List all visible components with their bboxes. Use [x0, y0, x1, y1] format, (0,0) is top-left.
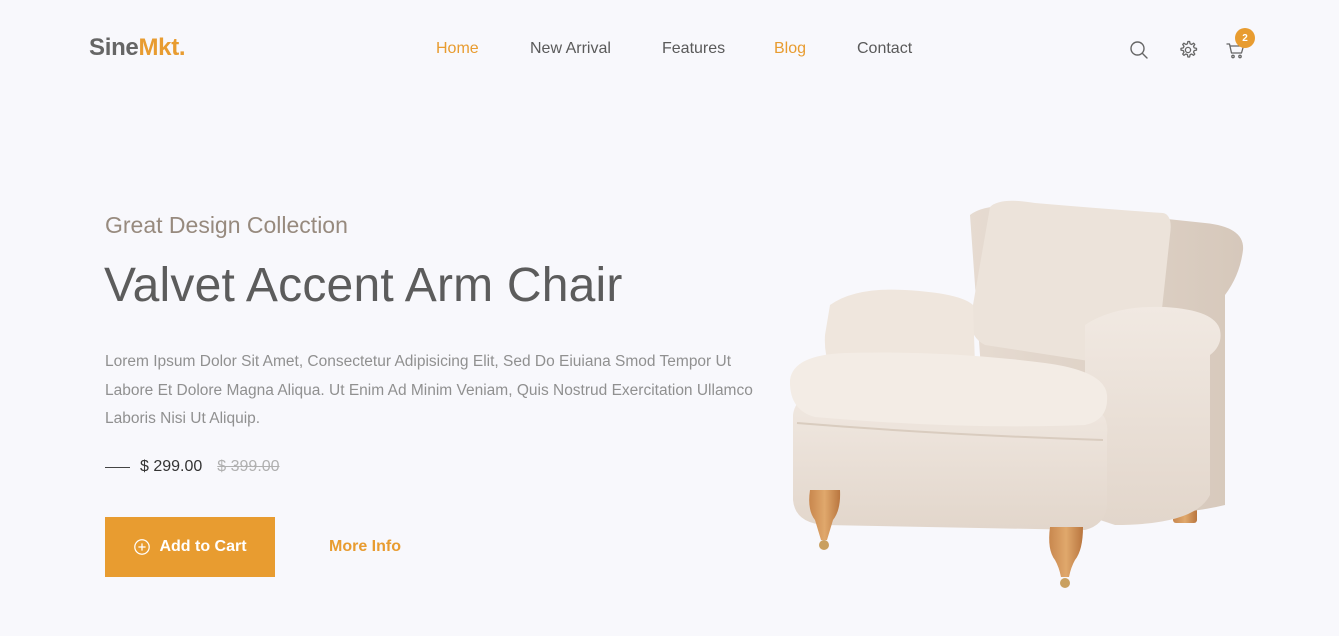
- price-row: $ 299.00 $ 399.00: [105, 457, 280, 477]
- settings-button[interactable]: [1176, 38, 1200, 62]
- nav-blog[interactable]: Blog: [774, 40, 806, 58]
- plus-circle-icon: [134, 539, 151, 555]
- old-price: $ 399.00: [217, 458, 280, 475]
- hero-subtitle: Great Design Collection: [105, 212, 348, 238]
- cart-button[interactable]: 2: [1224, 28, 1255, 62]
- more-info-link[interactable]: More Info: [329, 538, 401, 556]
- gear-icon: [1180, 40, 1198, 58]
- add-to-cart-label: Add to Cart: [159, 538, 247, 555]
- nav-home[interactable]: Home: [436, 40, 479, 58]
- hero-description: Lorem Ipsum Dolor Sit Amet, Consectetur …: [105, 353, 753, 427]
- current-price: $ 299.00: [140, 458, 203, 475]
- hero-title: Valvet Accent Arm Chair: [104, 259, 623, 312]
- search-button[interactable]: [1127, 38, 1151, 62]
- nav-features[interactable]: Features: [662, 40, 725, 58]
- nav-new-arrival[interactable]: New Arrival: [530, 40, 611, 58]
- search-icon: [1130, 41, 1148, 59]
- add-to-cart-button[interactable]: Add to Cart: [105, 517, 275, 577]
- cart-count-badge: 2: [1235, 28, 1255, 48]
- nav-contact[interactable]: Contact: [857, 40, 912, 58]
- armchair-product-image: [789, 200, 1244, 588]
- price-dash: [105, 466, 130, 468]
